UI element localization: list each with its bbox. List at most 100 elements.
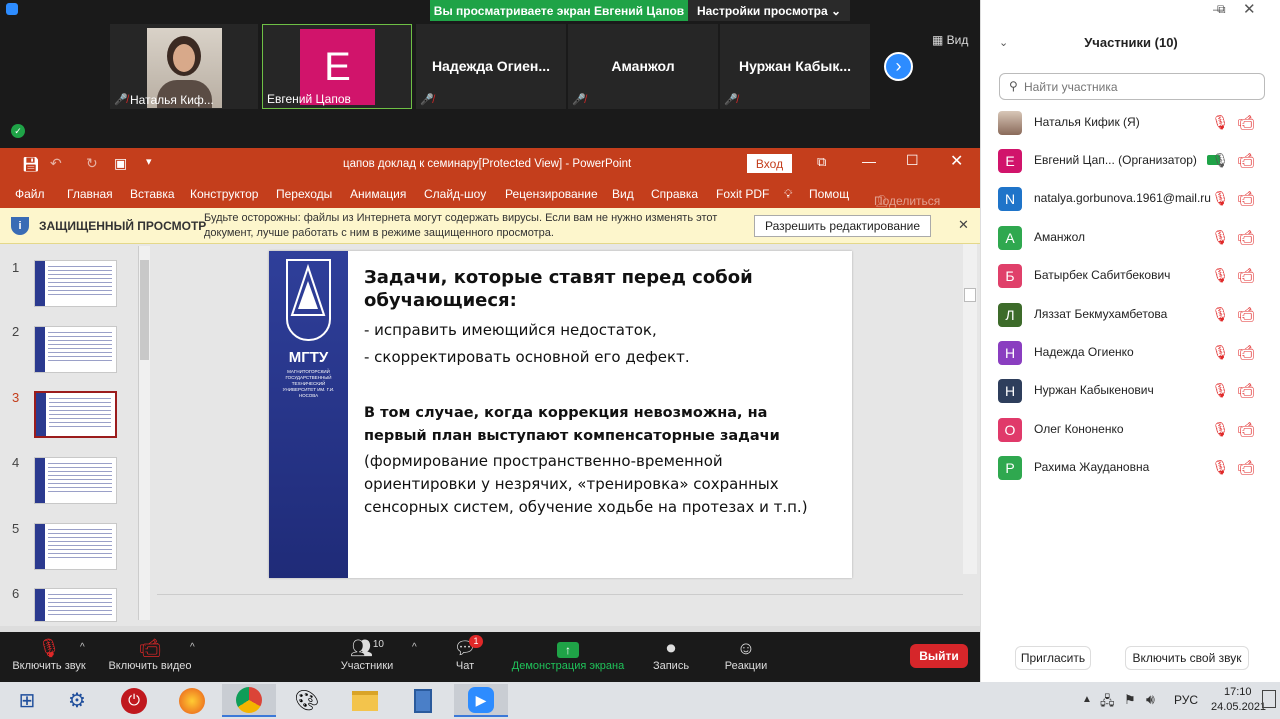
participant-name: Аманжол — [1034, 230, 1085, 244]
leave-button[interactable]: Выйти — [910, 644, 968, 668]
slide-thumbnail[interactable] — [34, 523, 117, 570]
control-panel-icon[interactable]: ⚙ — [50, 684, 104, 717]
unmute-me-button[interactable]: Включить свой звук — [1125, 646, 1249, 670]
login-button[interactable]: Вход — [747, 154, 792, 173]
participant-row[interactable]: Н Надежда Огиенко 🎙︎📹︎ — [981, 334, 1280, 372]
thumb-lines — [49, 398, 111, 430]
maximize-icon[interactable]: ☐ — [906, 152, 919, 169]
participant-row[interactable]: А Аманжол 🎙︎📹︎ — [981, 219, 1280, 257]
slide-para-3: сенсорных систем, обучение ходьбе на про… — [364, 498, 808, 516]
volume-icon[interactable]: 🔊︎ — [1146, 691, 1155, 708]
start-video-button[interactable]: 📹︎ Включить видео — [104, 638, 196, 672]
invite-button[interactable]: Пригласить — [1015, 646, 1091, 670]
participant-row[interactable]: E Евгений Цап... (Организатор) 🎙︎📹︎ — [981, 142, 1280, 180]
language-indicator[interactable]: РУС — [1174, 693, 1198, 707]
scroll-thumb[interactable] — [964, 288, 976, 302]
tab-view[interactable]: Вид — [612, 187, 634, 201]
muted-mic-icon: 🎤̸ — [572, 94, 586, 106]
clock-date[interactable]: 24.05.2021 — [1211, 701, 1266, 713]
tab-review[interactable]: Рецензирование — [505, 187, 598, 201]
panel-close-icon[interactable]: ✕ — [1243, 0, 1256, 18]
slide-scrollbar[interactable] — [963, 244, 977, 574]
tab-insert[interactable]: Вставка — [130, 187, 175, 201]
file-explorer-icon[interactable] — [338, 684, 392, 717]
tray-expand-icon[interactable]: ▲ — [1082, 694, 1092, 705]
tab-animation[interactable]: Анимация — [350, 187, 406, 201]
next-page-icon[interactable]: › — [884, 52, 913, 81]
video-tile[interactable]: 🎤̸ Наталья Киф... — [110, 24, 258, 109]
logo-subtext: МАГНИТОГОРСКИЙ ГОСУДАРСТВЕННЫЙ ТЕХНИЧЕСК… — [282, 369, 335, 398]
save-icon[interactable]: 💾︎ — [22, 156, 40, 173]
video-tile-active[interactable]: E Евгений Цапов — [262, 24, 412, 109]
thumb-number: 5 — [12, 521, 20, 536]
redo-icon[interactable]: ↻ — [86, 155, 98, 172]
customize-toolbar-icon[interactable]: ▾ — [146, 155, 152, 168]
participant-row[interactable]: N natalya.gorbunova.1961@mail.ru 🎙︎📹︎ — [981, 180, 1280, 218]
participant-row[interactable]: Р Рахима Жаудановна 🎙︎📹︎ — [981, 449, 1280, 487]
tab-foxit[interactable]: Foxit PDF — [716, 187, 769, 201]
video-tile[interactable]: Надежда Огиен... 🎤̸ — [416, 24, 566, 109]
enable-editing-button[interactable]: Разрешить редактирование — [754, 215, 931, 237]
chrome-icon[interactable] — [222, 684, 276, 717]
slide-para-1: (формирование пространственно-временной — [364, 452, 723, 470]
flag-icon[interactable]: ⚑ — [1124, 692, 1136, 708]
video-options-icon[interactable]: ^ — [190, 642, 195, 653]
shield-icon[interactable]: ✓ — [11, 124, 25, 138]
participants-options-icon[interactable]: ^ — [412, 642, 417, 653]
tab-design[interactable]: Конструктор — [190, 187, 258, 201]
tab-help[interactable]: Справка — [651, 187, 698, 201]
tab-home[interactable]: Главная — [67, 187, 113, 201]
scroll-thumb[interactable] — [140, 260, 149, 360]
ribbon-display-icon[interactable]: ⧉ — [817, 154, 826, 170]
slide-thumbnail-selected[interactable] — [34, 391, 117, 438]
record-button[interactable]: ⏺︎ Запись — [648, 638, 694, 672]
participant-row[interactable]: О Олег Кононенко 🎙︎📹︎ — [981, 411, 1280, 449]
slide-thumbnail[interactable] — [34, 326, 117, 373]
slide-thumbnail[interactable] — [34, 588, 117, 622]
unmute-button[interactable]: 🎙︎ Включить звук — [8, 638, 90, 672]
slide-thumbnail[interactable] — [34, 457, 117, 504]
share-screen-button[interactable]: ↑ Демонстрация экрана — [508, 638, 628, 672]
reactions-button[interactable]: ☺︎ Реакции — [720, 638, 772, 672]
clock-time[interactable]: 17:10 — [1224, 686, 1252, 698]
shield-info-icon: i — [11, 217, 29, 235]
notifications-icon[interactable] — [1262, 690, 1276, 708]
muted-mic-icon: 🎙︎📹︎ — [1211, 114, 1263, 130]
panel-restore-icon[interactable]: ⧉ — [1217, 2, 1226, 17]
power-icon[interactable]: ⏻ — [107, 684, 161, 717]
slide-thumbnail[interactable] — [34, 260, 117, 307]
zoom-taskbar-icon[interactable]: ▶ — [454, 684, 508, 717]
windows-start-icon[interactable]: ⊞ — [0, 684, 54, 717]
participants-button[interactable]: 👥︎10 Участники — [334, 638, 400, 672]
minimize-icon[interactable]: — — [862, 153, 876, 169]
muted-mic-icon: 🎙︎📹︎ — [1211, 382, 1263, 398]
search-input[interactable] — [1024, 78, 1254, 95]
participant-row[interactable]: Б Батырбек Сабитбекович 🎙︎📹︎ — [981, 257, 1280, 295]
thumb-number: 1 — [12, 260, 20, 275]
participant-row[interactable]: Наталья Кифик (Я) 🎙︎📹︎ — [981, 104, 1280, 142]
search-box[interactable]: ⚲ — [999, 73, 1265, 100]
tab-transitions[interactable]: Переходы — [276, 187, 332, 201]
audio-options-icon[interactable]: ^ — [80, 642, 85, 653]
video-tile[interactable]: Нуржан Кабык... 🎤̸ — [720, 24, 870, 109]
start-slideshow-icon[interactable]: ▣ — [114, 155, 127, 172]
close-icon[interactable]: ✕ — [950, 151, 963, 171]
avatar: E — [998, 149, 1022, 173]
muted-mic-icon: 🎙︎📹︎ — [1211, 190, 1263, 206]
view-button[interactable]: ▦ Вид — [932, 33, 968, 47]
tab-tellme[interactable]: Помощ — [809, 187, 849, 201]
participant-row[interactable]: Л Ляззат Бекмухамбетова 🎙︎📹︎ — [981, 296, 1280, 334]
paint-icon[interactable]: 🎨︎ — [280, 684, 334, 717]
network-icon[interactable]: 🖧︎ — [1100, 692, 1115, 714]
tab-slideshow[interactable]: Слайд-шоу — [424, 187, 486, 201]
close-bar-icon[interactable]: ✕ — [958, 217, 969, 233]
muted-mic-icon: 🎙︎ — [37, 638, 61, 658]
undo-icon[interactable]: ↶ — [50, 155, 62, 172]
participant-row[interactable]: Н Нуржан Кабыкенович 🎙︎📹︎ — [981, 372, 1280, 410]
firefox-icon[interactable] — [165, 684, 219, 717]
thumbs-scrollbar[interactable] — [138, 246, 150, 620]
view-settings-button[interactable]: Настройки просмотра ⌄ — [688, 0, 850, 21]
tab-file[interactable]: Файл — [15, 187, 45, 201]
calculator-icon[interactable] — [396, 684, 450, 717]
video-tile[interactable]: Аманжол 🎤̸ — [568, 24, 718, 109]
